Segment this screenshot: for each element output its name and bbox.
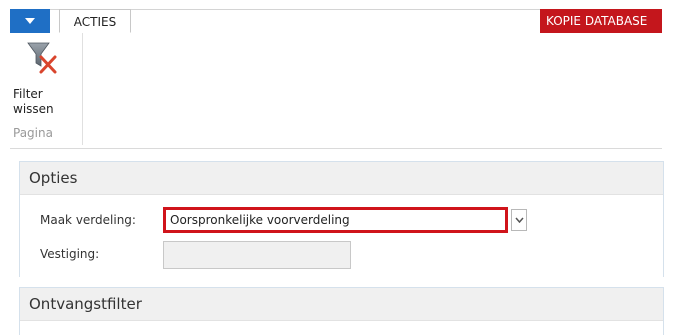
vestiging-label: Vestiging:	[40, 247, 100, 261]
ribbon-tab-bar: ACTIES KOPIE DATABASE	[10, 9, 662, 34]
clear-filter-label-line1: Filter	[13, 87, 43, 101]
fasttab-opties: Opties Maak verdeling: Oorspronkelijke v…	[19, 161, 664, 277]
maak-verdeling-label: Maak verdeling:	[40, 213, 136, 227]
chevron-down-icon	[514, 217, 524, 223]
fasttab-ontvangstfilter: Ontvangstfilter	[19, 287, 664, 335]
tab-acties[interactable]: ACTIES	[59, 9, 131, 33]
clear-filter-label-line2: wissen	[13, 102, 54, 116]
ribbon-body: Filter wissen Pagina	[10, 33, 662, 145]
clear-filter-button[interactable]: Filter wissen	[12, 41, 72, 121]
caret-down-icon	[25, 18, 35, 24]
fasttab-opties-header[interactable]: Opties	[20, 162, 663, 195]
maak-verdeling-dropdown-button[interactable]	[511, 209, 527, 231]
fasttab-ontvangstfilter-header[interactable]: Ontvangstfilter	[20, 288, 663, 321]
page-frame: ACTIES KOPIE DATABASE Filter wissen Pagi…	[0, 0, 673, 335]
database-badge: KOPIE DATABASE	[540, 9, 662, 33]
ribbon-group-label: Pagina	[13, 126, 53, 140]
ribbon-group-pagina: Filter wissen Pagina	[10, 33, 83, 145]
clear-filter-label: Filter wissen	[12, 87, 73, 117]
clear-filter-icon	[27, 42, 57, 74]
application-menu-button[interactable]	[10, 9, 50, 33]
ribbon-separator	[10, 148, 662, 149]
maak-verdeling-select[interactable]: Oorspronkelijke voorverdeling	[163, 207, 508, 233]
vestiging-field[interactable]	[163, 241, 351, 269]
